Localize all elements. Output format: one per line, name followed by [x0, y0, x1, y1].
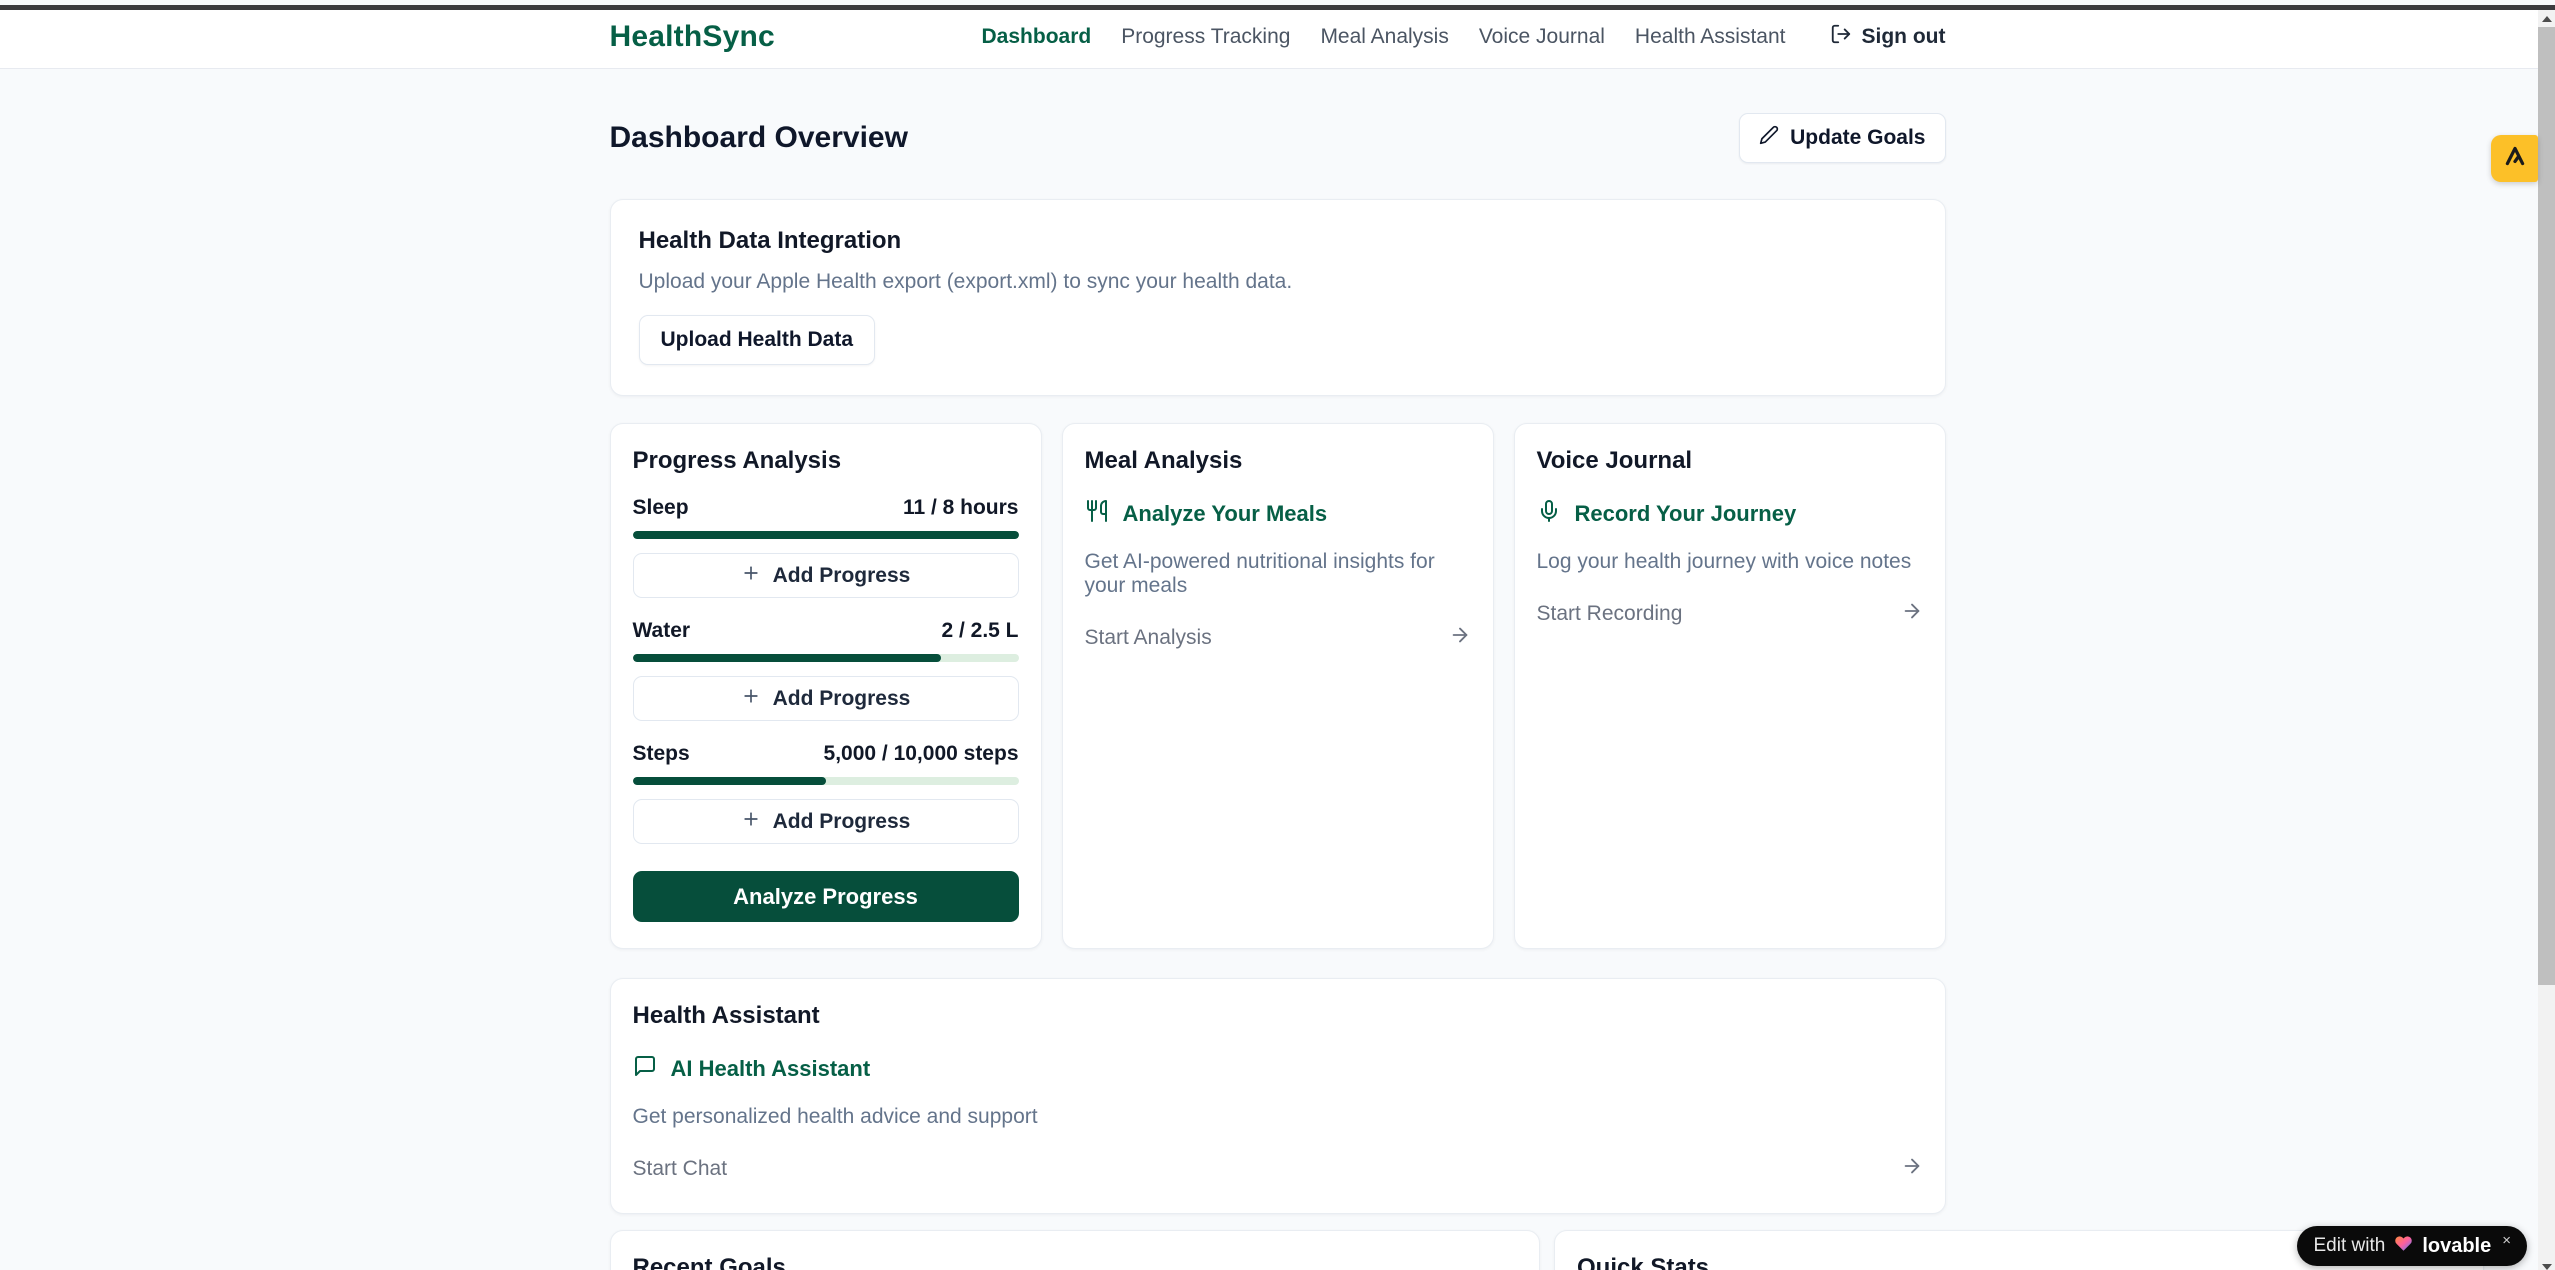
start-analysis-label: Start Analysis [1085, 626, 1212, 650]
health-assistant-card: Health Assistant AI Health Assistant Get… [610, 978, 1946, 1214]
analyze-progress-button[interactable]: Analyze Progress [633, 871, 1019, 922]
start-chat-label: Start Chat [633, 1157, 728, 1181]
edit-badge-prefix: Edit with [2314, 1235, 2386, 1257]
voice-journal-card: Voice Journal Record Your Journey Log yo… [1514, 423, 1946, 949]
lovable-badge-icon [2502, 143, 2528, 174]
app-header: HealthSync Dashboard Progress Tracking M… [0, 5, 2555, 69]
plus-icon [741, 809, 761, 835]
nav-dashboard[interactable]: Dashboard [982, 25, 1092, 49]
metric-sleep-value: 11 / 8 hours [903, 496, 1019, 520]
metric-sleep: Sleep 11 / 8 hours Add Progress [633, 496, 1019, 598]
add-progress-label: Add Progress [773, 564, 911, 588]
metric-steps-label: Steps [633, 742, 690, 766]
add-sleep-progress-button[interactable]: Add Progress [633, 553, 1019, 598]
top-navigation: Dashboard Progress Tracking Meal Analysi… [982, 23, 1946, 51]
update-goals-label: Update Goals [1790, 126, 1925, 150]
health-data-title: Health Data Integration [639, 227, 1917, 255]
chat-bubble-icon [633, 1054, 657, 1084]
recent-goals-title: Recent Goals [633, 1254, 1517, 1270]
nav-voice-journal[interactable]: Voice Journal [1479, 25, 1605, 49]
metric-steps: Steps 5,000 / 10,000 steps Add Progress [633, 742, 1019, 844]
add-steps-progress-button[interactable]: Add Progress [633, 799, 1019, 844]
sign-out-button[interactable]: Sign out [1830, 23, 1946, 51]
pencil-icon [1759, 125, 1779, 151]
start-recording-label: Start Recording [1537, 602, 1683, 626]
scrollbar-down-arrow[interactable] [2538, 1258, 2555, 1270]
meal-analysis-card: Meal Analysis Analyze Your Meals Get AI-… [1062, 423, 1494, 949]
arrow-right-icon [1449, 624, 1471, 652]
analyze-your-meals-link[interactable]: Analyze Your Meals [1085, 499, 1471, 529]
record-your-journey-label: Record Your Journey [1575, 501, 1797, 527]
plus-icon [741, 686, 761, 712]
main-content: Dashboard Overview Update Goals Health D… [610, 69, 1946, 1270]
meal-analysis-title: Meal Analysis [1085, 447, 1471, 475]
analyze-your-meals-label: Analyze Your Meals [1123, 501, 1328, 527]
start-analysis-action[interactable]: Start Analysis [1085, 624, 1471, 652]
edit-badge-close-icon[interactable]: × [2502, 1232, 2511, 1249]
lovable-side-badge[interactable] [2491, 135, 2538, 182]
page-title: Dashboard Overview [610, 121, 908, 155]
scrollbar-up-arrow[interactable] [2538, 10, 2555, 27]
nav-progress-tracking[interactable]: Progress Tracking [1121, 25, 1290, 49]
health-assistant-description: Get personalized health advice and suppo… [633, 1105, 1923, 1129]
progress-analysis-title: Progress Analysis [633, 447, 1019, 475]
add-progress-label: Add Progress [773, 687, 911, 711]
vertical-scrollbar[interactable] [2538, 10, 2555, 1270]
logout-icon [1830, 23, 1852, 51]
edit-with-lovable-badge[interactable]: Edit with lovable × [2297, 1226, 2528, 1266]
voice-journal-title: Voice Journal [1537, 447, 1923, 475]
recent-goals-card: Recent Goals Select Date Today Yesterday… [610, 1230, 1540, 1270]
heart-icon [2394, 1234, 2413, 1258]
health-data-description: Upload your Apple Health export (export.… [639, 270, 1917, 294]
steps-progress-bar [633, 777, 1019, 785]
sleep-progress-bar [633, 531, 1019, 539]
arrow-right-icon [1901, 1155, 1923, 1183]
add-water-progress-button[interactable]: Add Progress [633, 676, 1019, 721]
metric-water-value: 2 / 2.5 L [941, 619, 1018, 643]
start-recording-action[interactable]: Start Recording [1537, 600, 1923, 628]
voice-journal-description: Log your health journey with voice notes [1537, 550, 1923, 574]
plus-icon [741, 563, 761, 589]
update-goals-button[interactable]: Update Goals [1739, 113, 1945, 163]
ai-health-assistant-link[interactable]: AI Health Assistant [633, 1054, 1923, 1084]
app-logo[interactable]: HealthSync [610, 20, 775, 54]
metric-sleep-label: Sleep [633, 496, 689, 520]
add-progress-label: Add Progress [773, 810, 911, 834]
arrow-right-icon [1901, 600, 1923, 628]
ai-health-assistant-label: AI Health Assistant [671, 1056, 871, 1082]
start-chat-action[interactable]: Start Chat [633, 1155, 1923, 1183]
metric-water-label: Water [633, 619, 691, 643]
utensils-icon [1085, 499, 1109, 529]
record-your-journey-link[interactable]: Record Your Journey [1537, 499, 1923, 529]
water-progress-bar [633, 654, 1019, 662]
microphone-icon [1537, 499, 1561, 529]
meal-analysis-description: Get AI-powered nutritional insights for … [1085, 550, 1471, 598]
nav-meal-analysis[interactable]: Meal Analysis [1320, 25, 1448, 49]
nav-health-assistant[interactable]: Health Assistant [1635, 25, 1786, 49]
progress-analysis-card: Progress Analysis Sleep 11 / 8 hours Add… [610, 423, 1042, 949]
sign-out-label: Sign out [1862, 25, 1946, 49]
health-assistant-title: Health Assistant [633, 1002, 1923, 1030]
edit-badge-brand: lovable [2422, 1235, 2491, 1258]
metric-water: Water 2 / 2.5 L Add Progress [633, 619, 1019, 721]
health-data-integration-card: Health Data Integration Upload your Appl… [610, 199, 1946, 396]
metric-steps-value: 5,000 / 10,000 steps [824, 742, 1019, 766]
upload-health-data-button[interactable]: Upload Health Data [639, 315, 876, 365]
window-top-strip [0, 5, 2555, 10]
scrollbar-thumb[interactable] [2538, 27, 2555, 985]
